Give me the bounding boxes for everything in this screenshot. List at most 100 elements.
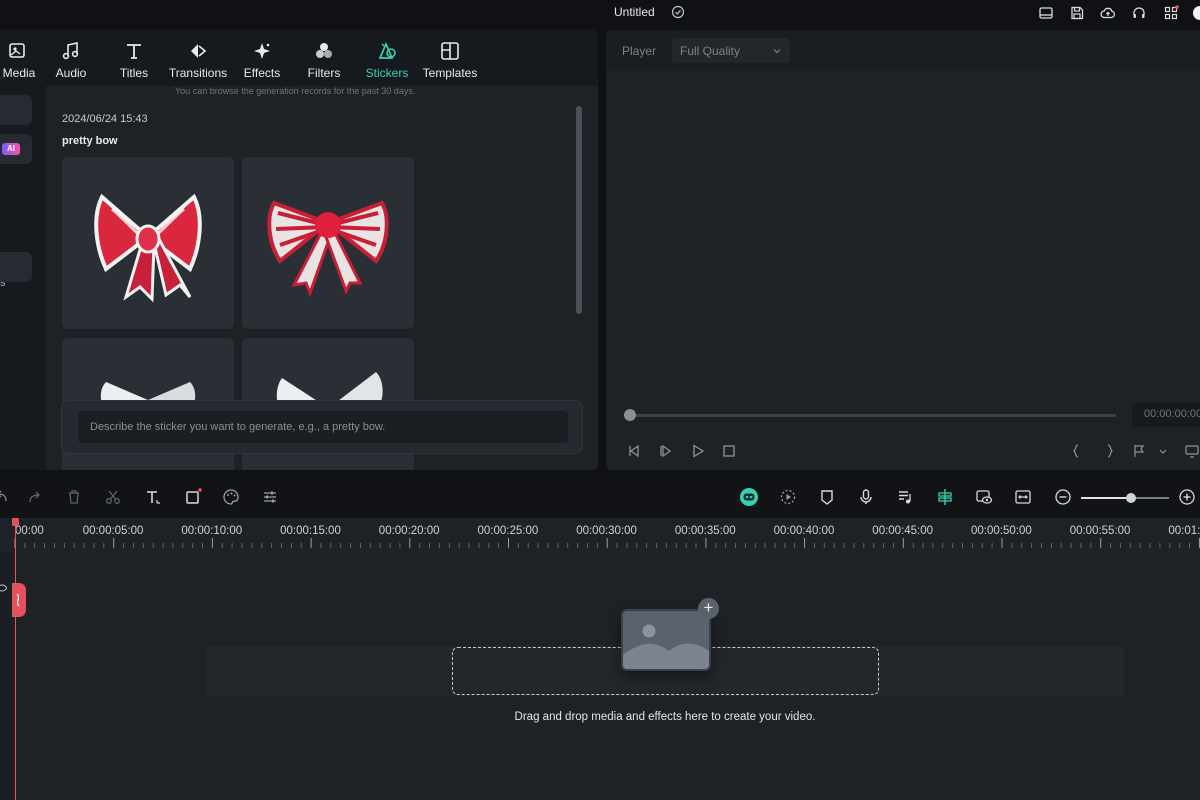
ruler-label: 00:00:15:00 bbox=[280, 525, 341, 537]
playback-progress-track[interactable] bbox=[630, 414, 1116, 417]
add-text-icon[interactable] bbox=[144, 488, 162, 506]
player-label: Player bbox=[622, 44, 657, 58]
current-timecode: 00:00:00:00 bbox=[1144, 408, 1200, 420]
preview-eye-icon[interactable] bbox=[975, 488, 993, 506]
play-icon[interactable] bbox=[690, 443, 706, 459]
quality-value: Full Quality bbox=[680, 44, 741, 58]
tab-label: Effects bbox=[243, 66, 281, 80]
crop-icon[interactable] bbox=[184, 488, 202, 506]
mark-in-icon[interactable] bbox=[1069, 443, 1085, 459]
tab-titles[interactable]: Titles bbox=[112, 40, 156, 82]
chevron-down-icon[interactable] bbox=[1158, 443, 1168, 459]
ruler-label: 00:00:05:00 bbox=[82, 525, 144, 537]
preview-player: Player Full Quality 00:00:00:00 bbox=[606, 30, 1200, 470]
tab-label: Audio bbox=[55, 66, 87, 80]
apps-grid-icon[interactable] bbox=[1163, 5, 1179, 21]
timecode-display: 00:00:00:00 bbox=[1132, 403, 1200, 427]
playhead-grip[interactable] bbox=[12, 583, 26, 617]
sticker-prompt-input[interactable] bbox=[78, 411, 568, 443]
playhead-head[interactable] bbox=[12, 518, 19, 526]
drop-hint-text: Drag and drop media and effects here to … bbox=[514, 711, 816, 723]
record-date: 2024/06/24 15:43 bbox=[62, 113, 148, 125]
mark-out-icon[interactable] bbox=[1101, 443, 1117, 459]
sticker-thumbnail[interactable] bbox=[62, 157, 234, 329]
fit-width-icon[interactable] bbox=[1014, 488, 1032, 506]
zoom-slider-handle[interactable] bbox=[1126, 493, 1136, 503]
import-media-icon bbox=[9, 43, 25, 58]
sticker-thumbnail[interactable] bbox=[242, 157, 414, 329]
tab-filters[interactable]: Filters bbox=[302, 40, 346, 82]
tab-stickers[interactable]: Stickers bbox=[362, 40, 412, 82]
title-bar bbox=[0, 0, 1200, 28]
tab-audio[interactable]: Audio bbox=[50, 40, 92, 82]
bow-sticker-image bbox=[94, 193, 202, 303]
avatar[interactable] bbox=[1193, 6, 1200, 20]
text-t-icon bbox=[127, 44, 141, 59]
next-frame-icon[interactable] bbox=[658, 443, 674, 459]
ruler-label: 00:00:55:00 bbox=[1069, 525, 1131, 537]
zoom-slider-fill bbox=[1081, 497, 1131, 499]
sparkle-icon bbox=[254, 43, 270, 59]
transition-arrows-icon bbox=[191, 44, 207, 58]
audio-list-icon[interactable] bbox=[896, 488, 914, 506]
tab-templates[interactable]: Templates bbox=[420, 40, 480, 82]
color-palette-icon[interactable] bbox=[222, 488, 240, 506]
media-placeholder-icon bbox=[621, 609, 711, 671]
sticker-icon bbox=[378, 41, 396, 59]
ruler-label: 00:00 bbox=[15, 525, 44, 537]
render-preview-icon[interactable] bbox=[779, 488, 797, 506]
split-scissors-icon[interactable] bbox=[104, 488, 122, 506]
cloud-upload-icon[interactable] bbox=[1100, 5, 1116, 21]
playback-scrubber[interactable] bbox=[624, 409, 636, 421]
drag-handle-icon bbox=[16, 593, 20, 607]
tab-label: Media bbox=[2, 66, 36, 80]
layout-icon[interactable] bbox=[1038, 5, 1054, 21]
zoom-out-icon[interactable] bbox=[1054, 488, 1072, 506]
record-prompt: pretty bow bbox=[62, 135, 118, 147]
add-media-button[interactable]: + bbox=[698, 598, 719, 619]
ruler-label: 00:00:30:00 bbox=[576, 525, 637, 537]
marker-dropdown-icon[interactable] bbox=[1132, 443, 1148, 459]
history-hint: You can browse the generation records fo… bbox=[175, 86, 416, 96]
sidebar-item-category[interactable] bbox=[0, 252, 32, 282]
panel-scrollbar[interactable] bbox=[576, 106, 582, 314]
ai-copilot-icon[interactable] bbox=[739, 487, 759, 507]
ruler-label: 00:00:10:00 bbox=[181, 525, 243, 537]
ruler-label: 00:00:25:00 bbox=[477, 525, 539, 537]
sticker-prompt-container bbox=[61, 400, 583, 454]
tab-label: Titles bbox=[119, 66, 149, 80]
zoom-in-icon[interactable] bbox=[1178, 488, 1196, 506]
stop-icon[interactable] bbox=[721, 443, 737, 459]
ruler-label: 00:00:40:00 bbox=[773, 525, 835, 537]
player-header: Player Full Quality bbox=[606, 30, 1200, 70]
sidebar-item-mine[interactable] bbox=[0, 95, 32, 125]
ruler-label: 00:00:20:00 bbox=[378, 525, 440, 537]
adjust-sliders-icon[interactable] bbox=[261, 488, 279, 506]
timeline-toolbar bbox=[0, 478, 1200, 518]
saved-check-icon bbox=[671, 5, 685, 19]
filters-circles-icon bbox=[316, 43, 332, 58]
save-icon[interactable] bbox=[1069, 5, 1085, 21]
quality-dropdown[interactable]: Full Quality bbox=[672, 38, 790, 63]
tab-effects[interactable]: Effects bbox=[240, 40, 284, 82]
undo-icon[interactable] bbox=[0, 488, 12, 506]
ruler-label: 00:00:45:00 bbox=[872, 525, 934, 537]
track-visibility-icon[interactable] bbox=[0, 583, 7, 593]
media-library-panel: Media Audio Titles Transitions Effects F… bbox=[0, 30, 598, 470]
display-settings-icon[interactable] bbox=[1184, 443, 1200, 459]
tab-media[interactable]: Media bbox=[0, 40, 50, 82]
project-title[interactable]: Untitled bbox=[614, 5, 655, 19]
ruler-label: 00:00:35:00 bbox=[674, 525, 736, 537]
tab-transitions[interactable]: Transitions bbox=[166, 40, 230, 82]
redo-icon[interactable] bbox=[26, 488, 44, 506]
playhead-line bbox=[15, 522, 16, 800]
ruler-label: 00:01: bbox=[1168, 525, 1200, 537]
headset-icon[interactable] bbox=[1131, 5, 1147, 21]
previous-frame-icon[interactable] bbox=[626, 443, 642, 459]
snap-magnet-icon[interactable] bbox=[936, 488, 954, 506]
ai-badge: AI bbox=[2, 143, 20, 155]
tab-label: Templates bbox=[422, 66, 478, 80]
marker-shield-icon[interactable] bbox=[818, 488, 836, 506]
microphone-icon[interactable] bbox=[857, 488, 875, 506]
delete-icon[interactable] bbox=[65, 488, 83, 506]
